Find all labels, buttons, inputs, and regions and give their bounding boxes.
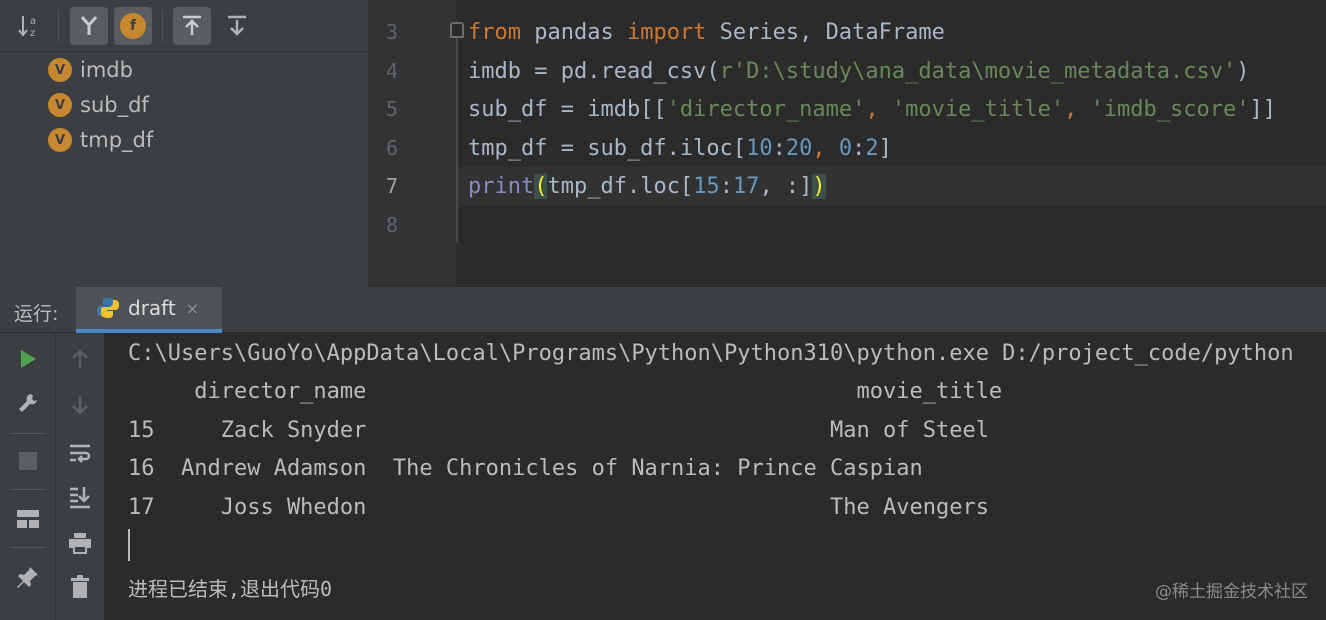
builtin-function: print <box>468 173 535 199</box>
code-line-5: sub_df = imdb[['director_name', 'movie_t… <box>468 90 1276 128</box>
show-functions-icon[interactable]: f <box>114 7 152 45</box>
scroll-to-end-icon[interactable] <box>60 479 100 515</box>
line-number: 5 <box>385 97 398 121</box>
comma: , <box>1064 96 1091 122</box>
imports: Series, DataFrame <box>706 19 945 45</box>
tree-item-label: imdb <box>80 58 133 82</box>
code-text: ) <box>1236 58 1250 84</box>
console-table-header: director_name movie_title <box>128 379 1003 404</box>
expand-all-icon[interactable] <box>173 7 211 45</box>
line-number: 3 <box>385 20 398 44</box>
rerun-icon[interactable] <box>8 341 48 377</box>
svg-text:z: z <box>30 28 35 39</box>
code-line-3: from pandas import Series, DataFrame <box>468 13 945 51</box>
tab-draft[interactable]: draft × <box>76 287 222 333</box>
arrow-up-icon[interactable] <box>60 341 100 377</box>
run-toolbar-secondary <box>56 333 104 620</box>
code-text: tmp_df = sub_df.iloc[ <box>468 135 747 161</box>
console-row: 15 Zack Snyder Man of Steel <box>128 418 989 443</box>
code-line-4: imdb = pd.read_csv(r'D:\study\ana_data\m… <box>468 52 1249 90</box>
code-text: imdb = pd.read_csv( <box>468 58 720 84</box>
tree-item-sub-df[interactable]: V sub_df <box>48 90 149 120</box>
fold-marker-icon[interactable] <box>450 22 464 38</box>
text-caret <box>128 529 130 561</box>
watermark: @稀土掘金技术社区 <box>1155 582 1308 602</box>
number-literal: 2 <box>865 135 879 161</box>
collapse-all-icon[interactable] <box>218 7 256 45</box>
console-command-line: C:\Users\GuoYo\AppData\Local\Programs\Py… <box>128 341 1294 366</box>
console-row: 17 Joss Whedon The Avengers <box>128 495 989 520</box>
structure-panel: az f V imdb V sub_df V tmp_df <box>0 0 368 287</box>
close-icon[interactable]: × <box>186 299 199 318</box>
tree-item-label: sub_df <box>80 93 149 117</box>
stop-icon[interactable] <box>8 443 48 479</box>
code-text: ]] <box>1249 96 1277 122</box>
line-number-current: 7 <box>385 174 398 198</box>
number-literal: 20 <box>785 135 813 161</box>
code-line-6: tmp_df = sub_df.iloc[10:20, 0:2] <box>468 129 892 167</box>
structure-toolbar: az f <box>0 0 368 52</box>
module-name: pandas <box>520 19 627 45</box>
show-fields-icon[interactable] <box>70 7 108 45</box>
process-exit-message: 进程已结束,退出代码0 <box>128 577 333 601</box>
tree-item-label: tmp_df <box>80 128 154 152</box>
code-text: , :] <box>759 173 813 199</box>
layout-icon[interactable] <box>8 501 48 537</box>
code-editor[interactable]: 3 4 5 6 7 8 from pandas import Series, D… <box>368 0 1326 287</box>
line-number: 4 <box>385 59 398 83</box>
print-icon[interactable] <box>60 525 100 561</box>
code-text: tmp_df.loc[ <box>547 173 694 199</box>
code-text: : <box>852 135 866 161</box>
code-text: : <box>719 173 733 199</box>
string-literal: 'director_name' <box>666 96 866 122</box>
run-console[interactable]: C:\Users\GuoYo\AppData\Local\Programs\Py… <box>104 333 1326 620</box>
functions-badge: f <box>120 13 146 39</box>
string-literal: 'imdb_score' <box>1090 96 1250 122</box>
trash-icon[interactable] <box>60 569 100 605</box>
number-literal: 17 <box>732 173 760 199</box>
arrow-down-icon[interactable] <box>60 387 100 423</box>
line-number: 8 <box>385 213 398 237</box>
string-literal: r'D:\study\ana_data\movie_metadata.csv' <box>719 58 1237 84</box>
variable-icon: V <box>48 93 72 117</box>
comma: , <box>812 135 839 161</box>
sort-alpha-icon[interactable]: az <box>12 7 50 45</box>
keyword: from <box>468 19 521 45</box>
number-literal: 0 <box>838 135 853 161</box>
python-icon <box>97 298 119 318</box>
tab-label: draft <box>128 296 176 320</box>
svg-text:a: a <box>30 16 36 27</box>
matched-paren: ( <box>534 173 548 199</box>
console-row: 16 Andrew Adamson The Chronicles of Narn… <box>128 456 923 481</box>
run-toolbar-primary <box>0 333 56 620</box>
line-number-gutter: 3 4 5 6 7 8 <box>368 0 456 287</box>
tree-item-tmp-df[interactable]: V tmp_df <box>48 125 153 155</box>
wrench-icon[interactable] <box>8 385 48 421</box>
tree-item-imdb[interactable]: V imdb <box>48 55 133 85</box>
code-text: sub_df = imdb[[ <box>468 96 667 122</box>
keyword: import <box>626 19 707 45</box>
variable-icon: V <box>48 58 72 82</box>
run-tool-window-header: 运行: draft × <box>0 287 1326 333</box>
comma: , <box>865 96 892 122</box>
code-text: : <box>772 135 786 161</box>
variable-icon: V <box>48 128 72 152</box>
soft-wrap-icon[interactable] <box>60 435 100 471</box>
code-line-7: print(tmp_df.loc[15:17, :]) <box>468 167 826 205</box>
string-literal: 'movie_title' <box>891 96 1065 122</box>
fold-guide <box>456 28 458 242</box>
number-literal: 10 <box>746 135 773 161</box>
number-literal: 15 <box>693 173 720 199</box>
pin-icon[interactable] <box>8 559 48 595</box>
code-text: ] <box>878 135 892 161</box>
line-number: 6 <box>385 136 398 160</box>
matched-paren: ) <box>812 173 826 199</box>
run-label: 运行: <box>14 303 59 325</box>
